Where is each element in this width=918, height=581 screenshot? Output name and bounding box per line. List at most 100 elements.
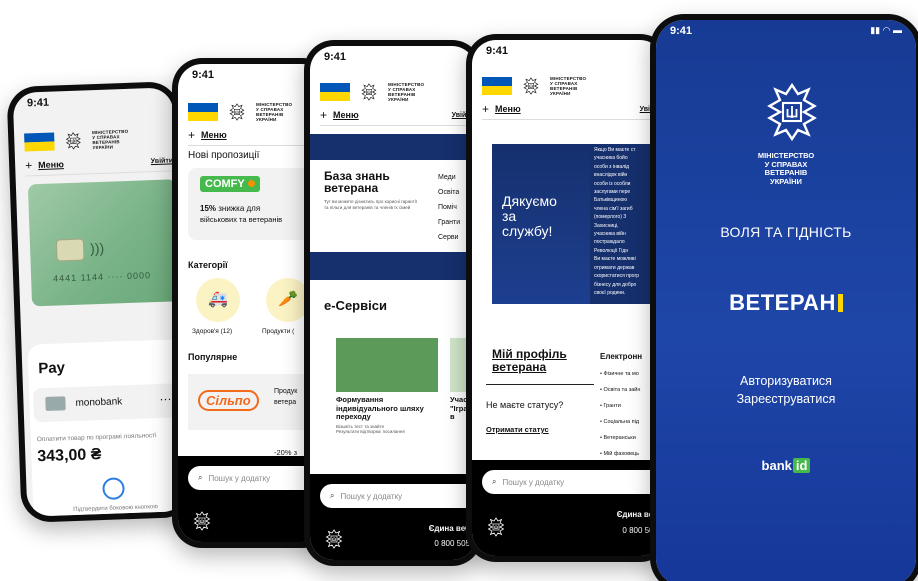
confirm-hint: Підтвердити боковою кнопкою bbox=[73, 504, 158, 514]
search-icon: ⌕ bbox=[330, 491, 335, 500]
plus-icon[interactable]: + bbox=[25, 158, 32, 172]
ministry-emblem-icon bbox=[360, 83, 378, 101]
eservices-title: е-Сервіси bbox=[324, 298, 387, 313]
status-time: 9:41 bbox=[486, 45, 509, 57]
menu-link[interactable]: Меню bbox=[495, 104, 521, 114]
battery-icon: ▬ bbox=[893, 25, 902, 35]
electronic-title: Електронн bbox=[600, 352, 643, 361]
ministry-name: МІНІСТЕРСТВО У СПРАВАХ ВЕТЕРАНІВ УКРАЇНИ bbox=[550, 76, 587, 96]
category-health-label: Здоров'я (12) bbox=[192, 328, 233, 335]
health-category-icon[interactable]: 🚑 bbox=[196, 278, 240, 322]
ministry-emblem-icon bbox=[192, 504, 212, 538]
ukraine-flag bbox=[24, 132, 55, 152]
search-input[interactable]: ⌕ Пошук у додатку bbox=[320, 484, 476, 508]
ministry-header: МІНІСТЕРСТВО У СПРАВАХ ВЕТЕРАНІВ УКРАЇНИ bbox=[320, 82, 476, 102]
contactless-icon: ))) bbox=[89, 239, 105, 257]
service-desc-1: Візьміть тест та знайте Результати відтво… bbox=[336, 424, 405, 434]
amount: 343,00 ₴ bbox=[37, 446, 102, 466]
knowledge-title: База знань ветерана bbox=[324, 169, 390, 195]
apple-pay-logo: Pay bbox=[37, 359, 66, 378]
ministry-name: МІНІСТЕРСТВО У СПРАВАХ ВЕТЕРАНІВ УКРАЇНИ bbox=[757, 151, 815, 186]
thanks-banner: Дякуємо за службу! bbox=[492, 144, 590, 304]
program-note: Оплатити товар по програмі лояльності bbox=[36, 432, 157, 444]
card-number: 4441 1144 ···· 0000 bbox=[52, 270, 152, 284]
profile-screen: 9:41 МІНІСТЕРСТВО У СПРАВАХ ВЕТЕРАНІВ УКРАЇ… bbox=[472, 40, 664, 556]
payment-card-row[interactable]: monobank ···· bbox=[32, 383, 185, 423]
hotline-number[interactable]: 0 800 505 bbox=[434, 539, 470, 548]
hotline-title: Єдина веб bbox=[428, 524, 470, 533]
plus-icon[interactable]: + bbox=[320, 108, 327, 122]
service-image-1 bbox=[336, 338, 438, 392]
nav-row: + Меню Увійти bbox=[482, 102, 664, 120]
ministry-name: МІНІСТЕРСТВО У СПРАВАХ ВЕТЕРАНІВ УКРАЇНИ bbox=[91, 128, 129, 151]
signal-icon: ▮▮ bbox=[870, 25, 881, 35]
login-background: 9:41 ▮▮ ◠ ▬ МІНІСТЕРСТВО У СПРАВАХ ВЕТЕРАН… bbox=[656, 20, 916, 581]
search-input[interactable]: ⌕ Пошук у додатку bbox=[482, 470, 664, 494]
offers-title: Нові пропозиції bbox=[188, 150, 260, 161]
fingerprint-icon[interactable] bbox=[102, 477, 125, 501]
ministry-emblem-icon bbox=[486, 510, 506, 544]
ministry-header: МІНІСТЕРСТВО У СПРАВАХ ВЕТЕРАНІВ УКРАЇНИ bbox=[482, 76, 664, 96]
phone-wallet: 9:41 МІНІСТЕРСТВО У СПРАВАХ ВЕТЕРАНІВ УКРАЇ… bbox=[6, 81, 194, 523]
ukraine-flag bbox=[188, 103, 218, 121]
app-logo: ВЕТЕРАН bbox=[656, 290, 916, 316]
phone-login: 9:41 ▮▮ ◠ ▬ МІНІСТЕРСТВО У СПРАВАХ ВЕТЕРАН… bbox=[650, 14, 918, 581]
menu-link[interactable]: Меню bbox=[333, 110, 359, 120]
apple-pay-sheet: Pay monobank ···· Оплатити товар по прог… bbox=[27, 339, 188, 517]
ministry-emblem-icon bbox=[228, 103, 246, 121]
wallet-screen: 9:41 МІНІСТЕРСТВО У СПРАВАХ ВЕТЕРАНІВ УКРАЇ… bbox=[12, 87, 188, 517]
comfy-logo: COMFY bbox=[200, 176, 260, 192]
wifi-icon: ◠ bbox=[882, 25, 891, 35]
nav-row: + Меню Увійти bbox=[320, 108, 476, 126]
categories-title: Категорії bbox=[188, 260, 228, 270]
search-icon: ⌕ bbox=[198, 473, 203, 482]
status-icons: ▮▮ ◠ ▬ bbox=[870, 25, 902, 36]
offer-text: 15% знижка для bbox=[200, 204, 261, 213]
login-screen: 9:41 ▮▮ ◠ ▬ МІНІСТЕРСТВО У СПРАВАХ ВЕТЕРАН… bbox=[656, 20, 916, 581]
register-button[interactable]: Зареєструватися bbox=[656, 392, 916, 406]
popular-text-1: Продук bbox=[274, 388, 298, 395]
login-button[interactable]: Авторизуватися bbox=[656, 374, 916, 388]
ministry-emblem-icon bbox=[762, 78, 822, 146]
header-band bbox=[310, 134, 476, 160]
ministry-header: МІНІСТЕРСТВО У СПРАВАХ ВЕТЕРАНІВ УКРАЇНИ bbox=[24, 127, 175, 152]
ukraine-flag bbox=[482, 77, 512, 95]
bank-card-icon bbox=[45, 396, 66, 411]
bank-card-icon[interactable]: ))) 4441 1144 ···· 0000 bbox=[27, 179, 181, 307]
app-suffix-mark bbox=[837, 294, 843, 312]
thanks-text: Дякуємо за службу! bbox=[502, 193, 557, 239]
category-food-label: Продукти ( bbox=[262, 328, 295, 335]
plus-icon[interactable]: + bbox=[482, 102, 489, 116]
ministry-emblem-icon bbox=[324, 522, 344, 556]
phone-profile: 9:41 МІНІСТЕРСТВО У СПРАВАХ ВЕТЕРАНІВ УКРАЇ… bbox=[466, 34, 670, 562]
knowledge-desc: Тут ви можете дізнатись про корисні гара… bbox=[324, 199, 417, 210]
popular-title: Популярне bbox=[188, 352, 238, 362]
service-title-1[interactable]: Формування індивідуального шляху переходу bbox=[336, 395, 424, 422]
ministry-name: МІНІСТЕРСТВО У СПРАВАХ ВЕТЕРАНІВ УКРАЇНИ bbox=[256, 102, 293, 122]
profile-divider bbox=[486, 384, 594, 385]
offer-text-2: військових та ветеранів bbox=[200, 215, 283, 224]
menu-link[interactable]: Меню bbox=[38, 159, 64, 170]
silpo-logo: Сільпо bbox=[198, 390, 259, 411]
status-time: 9:41 bbox=[670, 25, 693, 37]
ministry-emblem-icon bbox=[522, 77, 540, 95]
bottom-bar: ⌕ Пошук у додатку Єдина веб 0 800 505 bbox=[472, 460, 664, 556]
phone-knowledge: 9:41 МІНІСТЕРСТВО У СПРАВАХ ВЕТЕРАНІВ УКРАЇ… bbox=[304, 40, 482, 566]
bank-name: monobank bbox=[75, 396, 123, 409]
nav-row: + Меню Увійти bbox=[24, 153, 176, 177]
ukraine-flag bbox=[320, 83, 350, 101]
bankid-button[interactable]: bank id bbox=[656, 458, 916, 473]
divider-band bbox=[310, 252, 476, 280]
profile-title[interactable]: Мій профіль ветерана bbox=[492, 348, 567, 374]
menu-link[interactable]: Меню bbox=[201, 130, 227, 140]
get-status-link[interactable]: Отримати статус bbox=[486, 425, 549, 434]
popular-text-2: ветера bbox=[274, 399, 297, 406]
card-chip bbox=[55, 238, 85, 262]
ministry-emblem-icon bbox=[64, 132, 83, 151]
status-time: 9:41 bbox=[324, 51, 347, 63]
status-time: 9:41 bbox=[192, 69, 215, 81]
ministry-name: МІНІСТЕРСТВО У СПРАВАХ ВЕТЕРАНІВ УКРАЇНИ bbox=[388, 82, 425, 102]
bottom-bar: ⌕ Пошук у додатку Єдина веб 0 800 505 bbox=[310, 474, 476, 560]
plus-icon[interactable]: + bbox=[188, 128, 195, 142]
motto: ВОЛЯ ТА ГІДНІСТЬ bbox=[720, 224, 852, 240]
